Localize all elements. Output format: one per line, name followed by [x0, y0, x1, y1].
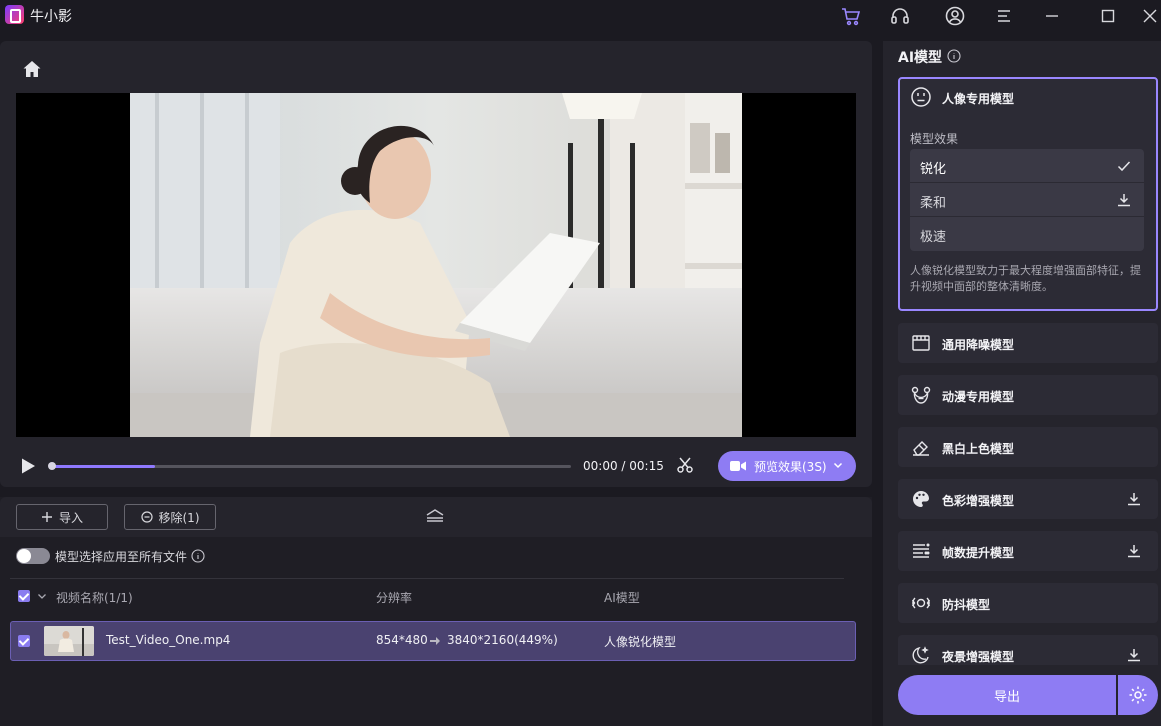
import-label: 导入	[58, 510, 83, 525]
remove-label: 移除(1)	[158, 510, 200, 525]
select-all-checkbox[interactable]	[18, 590, 30, 602]
play-icon[interactable]	[19, 457, 37, 475]
model-card-stabilize[interactable]: 防抖模型	[898, 583, 1158, 623]
model-title: 黑白上色模型	[942, 442, 1015, 456]
arrow-right-icon	[430, 637, 440, 645]
info-icon[interactable]	[947, 49, 961, 63]
headset-icon[interactable]	[889, 5, 911, 27]
export-settings-button[interactable]	[1118, 675, 1158, 715]
effect-option-fast[interactable]: 极速	[910, 217, 1144, 251]
effect-option-sharpen[interactable]: 锐化	[910, 149, 1144, 183]
minimize-icon[interactable]	[1041, 5, 1063, 27]
cart-icon[interactable]	[840, 5, 862, 27]
clapperboard-icon	[912, 335, 930, 351]
video-frame-image	[130, 93, 742, 437]
apply-all-label: 模型选择应用至所有文件	[55, 550, 188, 564]
video-camera-icon	[730, 461, 746, 471]
export-label: 导出	[993, 689, 1020, 705]
model-title: 帧数提升模型	[942, 546, 1015, 560]
stabilizer-icon	[911, 597, 931, 609]
model-card-color-enhance[interactable]: 色彩增强模型	[898, 479, 1158, 519]
palette-icon	[913, 491, 929, 507]
column-header-name[interactable]: 视频名称(1/1)	[56, 589, 133, 606]
video-thumbnail	[44, 626, 94, 656]
download-icon[interactable]	[1126, 543, 1142, 559]
chevron-down-icon[interactable]	[36, 590, 48, 602]
model-title: 夜景增强模型	[942, 650, 1015, 664]
user-icon[interactable]	[944, 5, 966, 27]
info-icon[interactable]	[191, 549, 205, 563]
app-logo-icon	[5, 5, 24, 24]
column-header-model: AI模型	[604, 591, 640, 605]
model-title-portrait: 人像专用模型	[942, 92, 1015, 106]
export-button[interactable]: 导出	[898, 675, 1116, 715]
effect-option-label: 柔和	[920, 196, 947, 211]
frames-icon	[913, 543, 930, 558]
progress-fill	[51, 465, 155, 468]
video-frame-illustration	[130, 93, 742, 437]
effect-option-label: 锐化	[920, 162, 947, 177]
bear-face-icon	[911, 386, 931, 404]
preview-effect-label: 预览效果(3S)	[754, 459, 827, 474]
model-card-colorize[interactable]: 黑白上色模型	[898, 427, 1158, 467]
panel-title: AI模型	[898, 50, 943, 66]
download-icon[interactable]	[1126, 491, 1142, 507]
preview-effect-button[interactable]: 预览效果(3S)	[718, 451, 856, 481]
home-icon[interactable]	[22, 59, 42, 79]
scissors-icon[interactable]	[676, 456, 694, 474]
import-button[interactable]: 导入	[16, 504, 108, 530]
check-icon	[1117, 161, 1131, 172]
moon-icon	[912, 646, 929, 664]
model-card-frame-rate[interactable]: 帧数提升模型	[898, 531, 1158, 571]
model-card-night[interactable]: 夜景增强模型	[898, 635, 1158, 665]
column-header-resolution: 分辨率	[376, 591, 413, 605]
model-title: 防抖模型	[942, 598, 991, 612]
app-title: 牛小影	[30, 9, 72, 25]
eraser-icon	[913, 441, 929, 456]
maximize-icon[interactable]	[1097, 5, 1119, 27]
remove-circle-icon	[140, 511, 153, 523]
portrait-face-icon	[911, 87, 931, 107]
apply-all-toggle[interactable]	[16, 548, 50, 564]
gear-icon	[1129, 686, 1147, 704]
model-description: 人像锐化模型致力于最大程度增强面部特征，提升视频中面部的整体清晰度。	[910, 264, 1141, 293]
collapse-panel-icon[interactable]	[424, 507, 446, 525]
list-divider	[10, 578, 844, 579]
progress-slider[interactable]	[51, 465, 571, 468]
resolution-from: 854*480	[376, 633, 428, 647]
time-display: 00:00 / 00:15	[583, 459, 664, 473]
model-card-denoise[interactable]: 通用降噪模型	[898, 323, 1158, 363]
model-title: 通用降噪模型	[942, 338, 1015, 352]
close-icon[interactable]	[1139, 5, 1161, 27]
file-name: Test_Video_One.mp4	[106, 633, 231, 647]
download-icon[interactable]	[1126, 647, 1142, 663]
plus-icon	[41, 512, 52, 522]
row-checkbox[interactable]	[18, 635, 30, 647]
chevron-down-icon[interactable]	[832, 459, 844, 471]
menu-icon[interactable]	[993, 5, 1015, 27]
download-icon[interactable]	[1116, 192, 1132, 208]
progress-handle[interactable]	[48, 462, 56, 470]
remove-button[interactable]: 移除(1)	[124, 504, 216, 530]
model-title: 色彩增强模型	[942, 494, 1015, 508]
effect-label: 模型效果	[910, 132, 959, 146]
model-card-anime[interactable]: 动漫专用模型	[898, 375, 1158, 415]
resolution-to: 3840*2160(449%)	[447, 633, 558, 647]
title-bar: 牛小影	[0, 0, 1161, 31]
app-window: 牛小影 00:00 / 00:15 预览效果(3S) 导入 移除(1) 模型选择…	[0, 0, 1161, 726]
row-model: 人像锐化模型	[604, 635, 677, 649]
model-title: 动漫专用模型	[942, 390, 1015, 404]
thumbnail-illustration	[44, 626, 94, 656]
effect-option-label: 极速	[920, 230, 947, 245]
effect-option-soft[interactable]: 柔和	[910, 183, 1144, 217]
